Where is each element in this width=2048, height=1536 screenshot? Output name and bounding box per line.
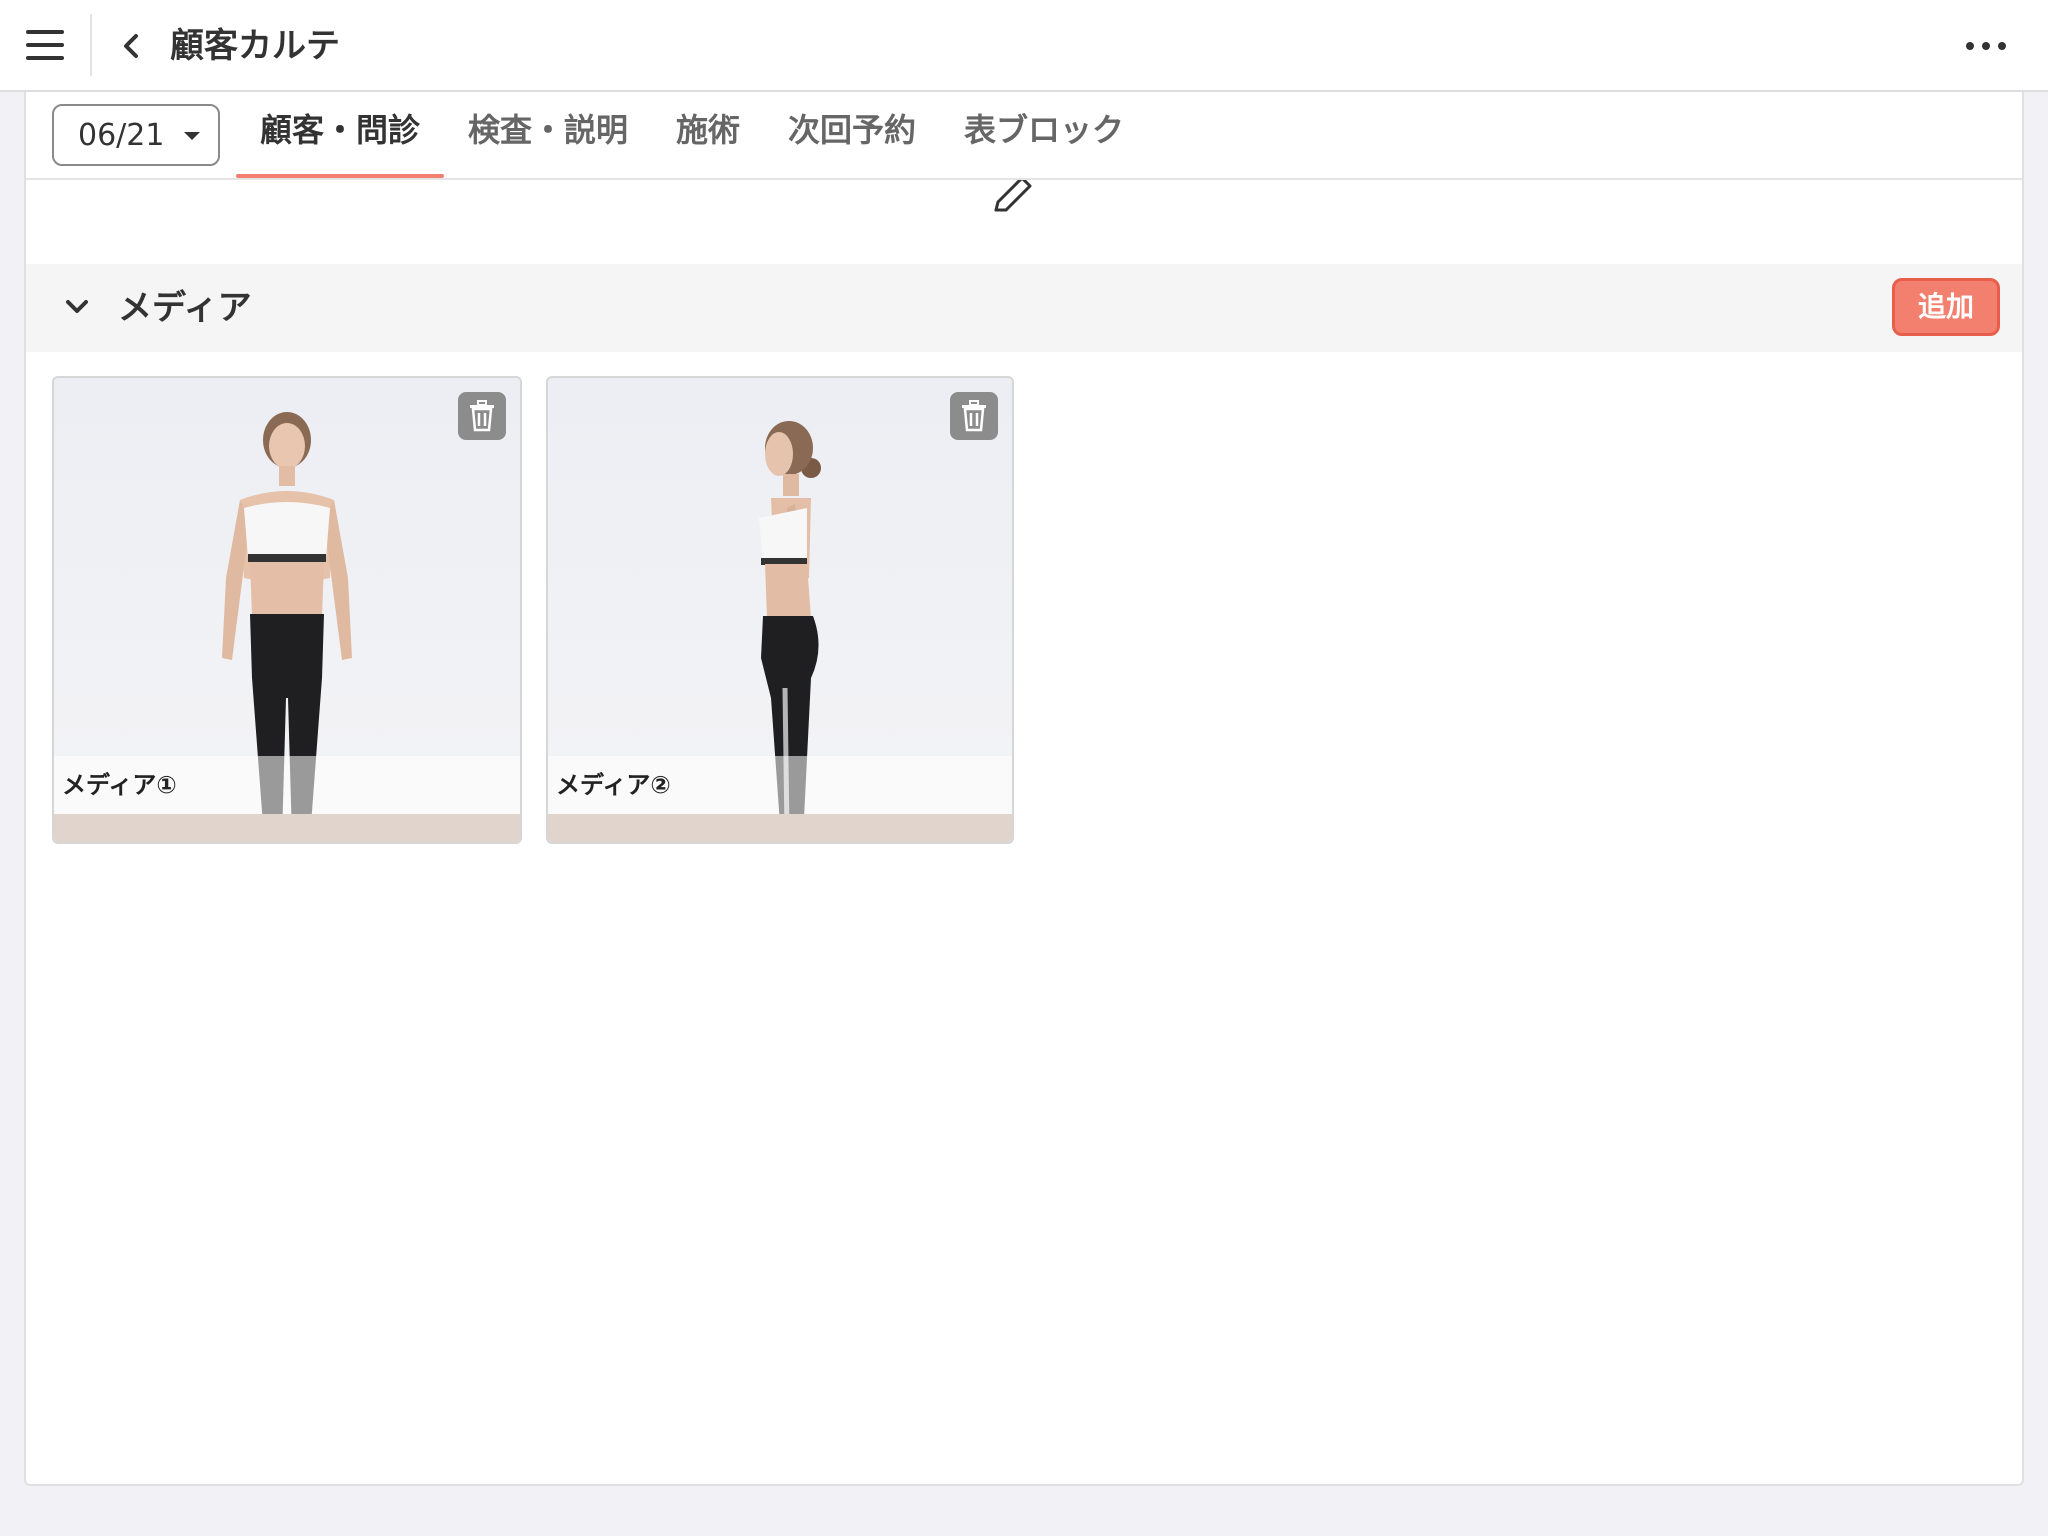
- add-media-button[interactable]: 追加: [1892, 278, 2000, 336]
- caret-down-icon: [184, 132, 200, 140]
- tab-bar: 06/21 顧客・問診 検査・説明 施術 次回予約 表ブロック: [26, 92, 2022, 180]
- edit-pencil-icon[interactable]: [988, 176, 1038, 216]
- media-card-2[interactable]: メディア②: [546, 376, 1014, 844]
- tab-treatment[interactable]: 施術: [676, 110, 740, 180]
- trash-icon: [470, 400, 494, 432]
- tab-exam-explanation[interactable]: 検査・説明: [468, 110, 628, 180]
- date-select[interactable]: 06/21: [52, 104, 220, 166]
- tab-next-reservation[interactable]: 次回予約: [788, 110, 916, 180]
- media-label-bar: メディア①: [54, 756, 520, 814]
- back-chevron-icon[interactable]: [116, 26, 148, 66]
- media-label-bar: メディア②: [548, 756, 1012, 814]
- active-tab-indicator: [236, 174, 444, 178]
- floor-strip: [548, 814, 1012, 842]
- delete-media-1-button[interactable]: [458, 392, 506, 440]
- page-title: 顧客カルテ: [170, 26, 340, 66]
- media-card-1[interactable]: メディア①: [52, 376, 522, 844]
- tab-table-block[interactable]: 表ブロック: [964, 110, 1124, 180]
- divider: [90, 14, 92, 76]
- collapse-chevron-icon[interactable]: [60, 290, 94, 324]
- trash-icon: [962, 400, 986, 432]
- media-section-header: メディア 追加: [26, 264, 2022, 352]
- delete-media-2-button[interactable]: [950, 392, 998, 440]
- floor-strip: [54, 814, 520, 842]
- tab-customer-interview[interactable]: 顧客・問診: [260, 110, 420, 180]
- more-options-icon[interactable]: [1962, 32, 2012, 62]
- top-bar: 顧客カルテ: [0, 0, 2048, 92]
- date-select-value: 06/21: [78, 118, 165, 153]
- main-panel: 06/21 顧客・問診 検査・説明 施術 次回予約 表ブロック メディア 追加: [24, 92, 2024, 1486]
- media-label-2: メディア②: [556, 771, 671, 799]
- media-section-title: メディア: [118, 288, 252, 328]
- menu-icon[interactable]: [26, 30, 66, 62]
- media-label-1: メディア①: [62, 771, 177, 799]
